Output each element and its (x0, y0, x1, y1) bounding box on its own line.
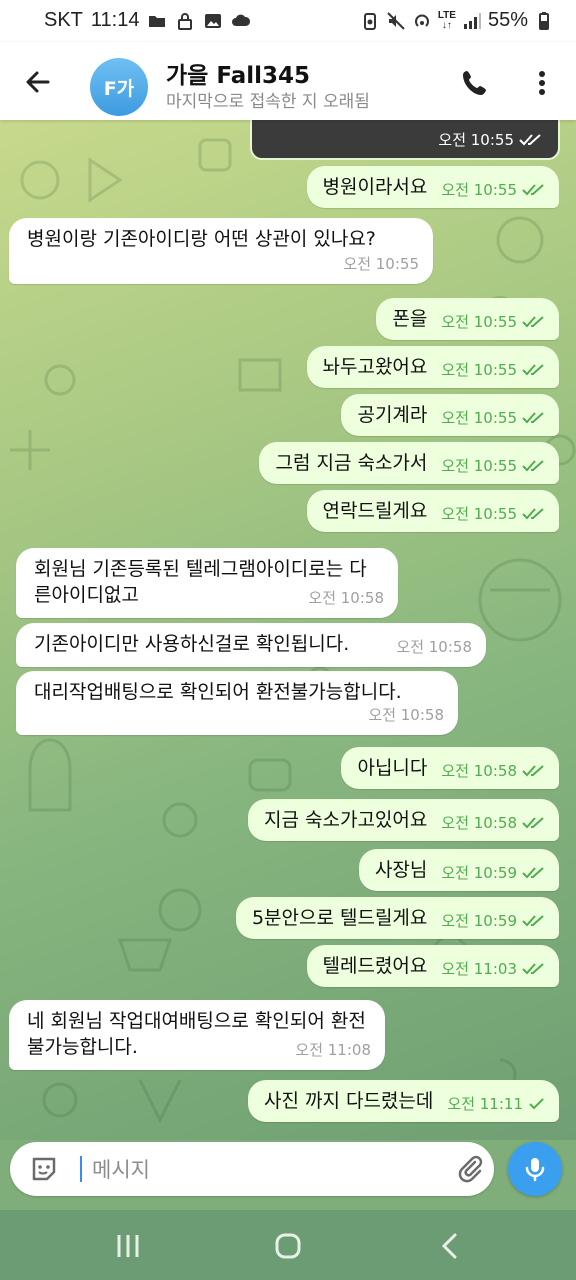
more-vertical-icon[interactable] (532, 68, 552, 98)
message-meta: 오전 10:55 (441, 405, 547, 431)
message-meta: 오전 11:03 (441, 956, 547, 982)
message-list[interactable]: 오전 10:55 병원이라서요 오전 10:55 병원이랑 기존아이디랑 어떤 … (0, 120, 576, 1140)
sticker-icon[interactable] (28, 1153, 60, 1185)
message-meta: 오전 10:55 (441, 309, 547, 335)
lock-icon (175, 11, 195, 31)
message-meta: 오전 10:59 (441, 860, 547, 886)
message-incoming[interactable]: 병원이랑 기존아이디랑 어떤 상관이 있나요? 오전 10:55 (9, 218, 433, 284)
message-meta: 오전 10:58 (441, 810, 547, 836)
folder-icon (147, 11, 167, 31)
system-navigation-bar (0, 1210, 576, 1280)
message-meta: 오전 10:55 (441, 453, 547, 479)
double-check-icon (522, 364, 544, 376)
arrow-left-icon[interactable] (22, 66, 54, 98)
message-meta: 오전 10:55 (441, 177, 547, 203)
photo-time-meta: 오전 10:55 (438, 129, 544, 150)
message-input[interactable] (90, 1150, 394, 1190)
message-meta: 오전 11:11 (447, 1091, 547, 1117)
last-seen-status: 마지막으로 접속한 지 오래됨 (166, 92, 370, 112)
double-check-icon (522, 316, 544, 328)
message-meta: 오전 10:58 (441, 758, 547, 784)
text-cursor (80, 1156, 82, 1182)
double-check-icon (522, 765, 544, 777)
chat-title[interactable]: 가을 Fall345 (166, 56, 310, 90)
message-outgoing[interactable]: 폰을 오전 10:55 (376, 298, 559, 340)
carrier-label: SKT (44, 9, 83, 31)
double-check-icon (522, 508, 544, 520)
battery-percent: 55% (487, 9, 528, 31)
clock: 11:14 (90, 9, 140, 31)
message-outgoing[interactable]: 텔레드렸어요 오전 11:03 (306, 945, 559, 987)
message-outgoing[interactable]: 병원이라서요 오전 10:55 (306, 166, 559, 208)
message-outgoing[interactable]: 공기계라 오전 10:55 (341, 394, 559, 436)
message-outgoing[interactable]: 사장님 오전 10:59 (358, 849, 559, 891)
signal-icon (462, 11, 482, 31)
cloud-icon (231, 11, 251, 31)
message-meta: 오전 10:55 (441, 357, 547, 383)
paperclip-icon[interactable] (454, 1153, 486, 1185)
chat-header: F가 가을 Fall345 마지막으로 접속한 지 오래됨 (0, 42, 576, 120)
home-icon[interactable] (268, 1230, 308, 1262)
double-check-icon (522, 867, 544, 879)
double-check-icon (522, 460, 544, 472)
message-outgoing[interactable]: 사진 까지 다드렸는데 오전 11:11 (247, 1080, 559, 1122)
status-bar: SKT 11:14 LTE ↓↑ 55% (0, 0, 576, 42)
double-check-icon (522, 915, 544, 927)
message-outgoing[interactable]: 지금 숙소가고있어요 오전 10:58 (248, 799, 559, 841)
back-nav-icon[interactable] (430, 1230, 470, 1262)
gallery-icon (203, 11, 223, 31)
message-outgoing[interactable]: 그럼 지금 숙소가서 오전 10:55 (259, 442, 559, 484)
message-meta: 오전 10:55 (441, 501, 547, 527)
double-check-icon (519, 133, 541, 145)
check-icon (529, 1098, 544, 1110)
message-incoming[interactable]: 회원님 기존등록된 텔레그램아이디로는 다른아이디없고 오전 10:58 (16, 548, 398, 618)
mute-icon (386, 11, 406, 31)
phone-icon[interactable] (460, 68, 490, 98)
hotspot-icon (412, 11, 432, 31)
message-outgoing[interactable]: 연락드릴게요 오전 10:55 (306, 490, 559, 532)
double-check-icon (522, 412, 544, 424)
battery-icon (534, 11, 554, 31)
message-outgoing[interactable]: 5분안으로 텔드릴게요 오전 10:59 (235, 897, 559, 939)
photo-message[interactable]: 오전 10:55 (250, 120, 560, 160)
recent-apps-icon[interactable] (108, 1230, 148, 1262)
double-check-icon (522, 817, 544, 829)
message-outgoing[interactable]: 아닙니다 오전 10:58 (341, 747, 559, 789)
message-meta: 오전 10:59 (441, 908, 547, 934)
message-outgoing[interactable]: 놔두고왔어요 오전 10:55 (306, 346, 559, 388)
avatar[interactable]: F가 (90, 58, 148, 116)
message-incoming[interactable]: 네 회원님 작업대여배팅으로 확인되어 환전불가능합니다. 오전 11:08 (9, 1000, 385, 1070)
lte-icon: LTE ↓↑ (437, 9, 456, 31)
double-check-icon (522, 184, 544, 196)
message-incoming[interactable]: 대리작업배팅으로 확인되어 환전불가능합니다. 오전 10:58 (16, 671, 458, 735)
double-check-icon (522, 963, 544, 975)
battery-saver-icon (360, 11, 380, 31)
microphone-icon (525, 1158, 545, 1182)
microphone-button[interactable] (508, 1142, 562, 1196)
message-composer (10, 1142, 494, 1196)
message-incoming[interactable]: 기존아이디만 사용하신걸로 확인됩니다. 오전 10:58 (16, 623, 486, 667)
